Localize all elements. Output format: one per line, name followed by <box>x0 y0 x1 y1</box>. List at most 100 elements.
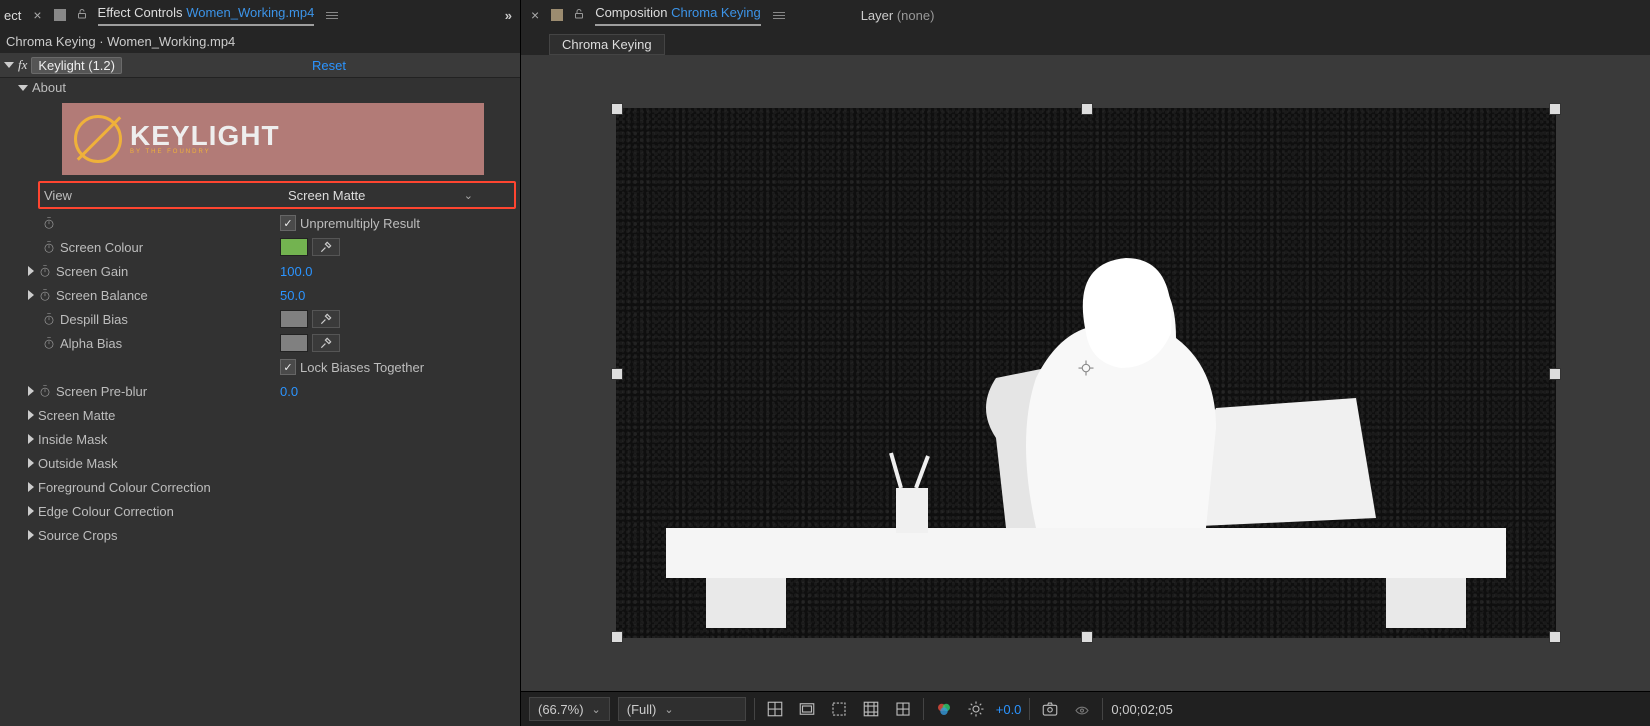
twisty-icon[interactable] <box>18 85 28 91</box>
transform-handle[interactable] <box>611 631 623 643</box>
view-row-highlight: View Screen Matte ⌄ <box>38 181 516 209</box>
unpremultiply-label: Unpremultiply Result <box>300 216 420 231</box>
stopwatch-icon[interactable] <box>38 264 52 278</box>
chevron-down-icon: ⌄ <box>464 189 473 202</box>
screen-colour-label: Screen Colour <box>60 240 143 255</box>
eyedropper-icon[interactable] <box>312 238 340 256</box>
fx-icon[interactable]: fx <box>18 57 27 73</box>
panel-overflow-icon[interactable]: » <box>505 8 516 23</box>
eyedropper-icon[interactable] <box>312 334 340 352</box>
despill-bias-swatch[interactable] <box>280 310 308 328</box>
transform-handle[interactable] <box>611 103 623 115</box>
twisty-icon[interactable] <box>28 290 34 300</box>
close-tab-icon[interactable]: × <box>27 8 47 22</box>
anchor-point-icon[interactable] <box>1077 359 1095 377</box>
chevron-down-icon: ⌄ <box>664 703 673 716</box>
transform-handle[interactable] <box>1081 103 1093 115</box>
effect-controls-tab[interactable]: Effect Controls Women_Working.mp4 <box>98 5 315 26</box>
layer-tab[interactable]: Layer (none) <box>861 8 935 23</box>
panel-icon <box>54 9 66 21</box>
screen-balance-label: Screen Balance <box>56 288 148 303</box>
transform-handle[interactable] <box>1549 368 1561 380</box>
safe-zones-icon[interactable] <box>795 698 819 720</box>
transform-handle[interactable] <box>1549 631 1561 643</box>
screen-preblur-value[interactable]: 0.0 <box>280 384 298 399</box>
group-label: Edge Colour Correction <box>38 504 174 519</box>
group-label: Source Crops <box>38 528 117 543</box>
view-dropdown[interactable]: Screen Matte ⌄ <box>284 186 479 204</box>
keylight-logo: KEYLIGHT BY THE FOUNDRY <box>62 103 484 175</box>
twisty-icon[interactable] <box>28 410 34 420</box>
viewer-bottom-toolbar: (66.7%)⌄ (Full)⌄ +0.0 0;00;02;05 <box>521 691 1650 726</box>
separator <box>754 698 755 720</box>
lock-biases-label: Lock Biases Together <box>300 360 424 375</box>
alpha-bias-swatch[interactable] <box>280 334 308 352</box>
resolution-dropdown[interactable]: (Full)⌄ <box>618 697 746 721</box>
separator <box>1029 698 1030 720</box>
exposure-icon[interactable] <box>964 698 988 720</box>
stopwatch-icon[interactable] <box>42 336 56 350</box>
twisty-icon[interactable] <box>28 506 34 516</box>
panel-menu-icon[interactable] <box>326 12 338 19</box>
matte-frame <box>616 108 1556 638</box>
timecode-display[interactable]: 0;00;02;05 <box>1111 702 1172 717</box>
composition-chip[interactable]: Chroma Keying <box>549 34 665 55</box>
stopwatch-icon[interactable] <box>42 240 56 254</box>
stopwatch-icon[interactable] <box>42 216 56 230</box>
about-row: About <box>0 78 520 97</box>
group-label: Inside Mask <box>38 432 107 447</box>
property-list: Unpremultiply Result Screen Colour Scree… <box>0 211 520 547</box>
unpremultiply-checkbox[interactable] <box>280 215 296 231</box>
view-label: View <box>44 188 72 203</box>
twisty-icon[interactable] <box>28 530 34 540</box>
zoom-dropdown[interactable]: (66.7%)⌄ <box>529 697 610 721</box>
breadcrumb: Chroma Keying · Women_Working.mp4 <box>0 30 520 53</box>
lock-icon[interactable] <box>573 8 585 23</box>
reset-button[interactable]: Reset <box>312 58 346 73</box>
stopwatch-icon[interactable] <box>38 288 52 302</box>
lock-biases-checkbox[interactable] <box>280 359 296 375</box>
chevron-down-icon: ⌄ <box>592 703 601 716</box>
twisty-icon[interactable] <box>28 434 34 444</box>
keylight-logo-icon <box>74 115 122 163</box>
panel-icon <box>551 9 563 21</box>
transparency-grid-icon[interactable] <box>763 698 787 720</box>
show-snapshot-icon[interactable] <box>1070 698 1094 720</box>
transform-handle[interactable] <box>1081 631 1093 643</box>
channel-icon[interactable] <box>932 698 956 720</box>
effect-controls-panel: ect × Effect Controls Women_Working.mp4 … <box>0 0 521 726</box>
composition-tab[interactable]: Composition Chroma Keying <box>595 5 761 26</box>
effect-name[interactable]: Keylight (1.2) <box>31 57 122 74</box>
panel-menu-icon[interactable] <box>773 12 785 19</box>
twisty-icon[interactable] <box>28 386 34 396</box>
mask-visibility-icon[interactable] <box>827 698 851 720</box>
eyedropper-icon[interactable] <box>312 310 340 328</box>
grid-icon[interactable] <box>891 698 915 720</box>
separator <box>1102 698 1103 720</box>
twisty-icon[interactable] <box>28 482 34 492</box>
exposure-value[interactable]: +0.0 <box>996 702 1022 717</box>
twisty-icon[interactable] <box>4 62 14 68</box>
lock-icon[interactable] <box>76 8 88 23</box>
despill-bias-label: Despill Bias <box>60 312 128 327</box>
screen-colour-swatch[interactable] <box>280 238 308 256</box>
transform-handle[interactable] <box>611 368 623 380</box>
screen-balance-value[interactable]: 50.0 <box>280 288 305 303</box>
stopwatch-icon[interactable] <box>42 312 56 326</box>
stopwatch-icon[interactable] <box>38 384 52 398</box>
twisty-icon[interactable] <box>28 266 34 276</box>
about-label: About <box>32 80 66 95</box>
screen-preblur-label: Screen Pre-blur <box>56 384 147 399</box>
composition-viewer[interactable] <box>521 55 1650 691</box>
left-tabbar: ect × Effect Controls Women_Working.mp4 … <box>0 0 520 30</box>
transform-handle[interactable] <box>1549 103 1561 115</box>
snapshot-icon[interactable] <box>1038 698 1062 720</box>
screen-gain-value[interactable]: 100.0 <box>280 264 313 279</box>
composition-panel: × Composition Chroma Keying Layer (none)… <box>521 0 1650 726</box>
close-tab-icon[interactable]: × <box>525 8 545 22</box>
group-label: Screen Matte <box>38 408 115 423</box>
alpha-bias-label: Alpha Bias <box>60 336 122 351</box>
keylight-logo-text: KEYLIGHT <box>130 123 280 148</box>
twisty-icon[interactable] <box>28 458 34 468</box>
roi-icon[interactable] <box>859 698 883 720</box>
